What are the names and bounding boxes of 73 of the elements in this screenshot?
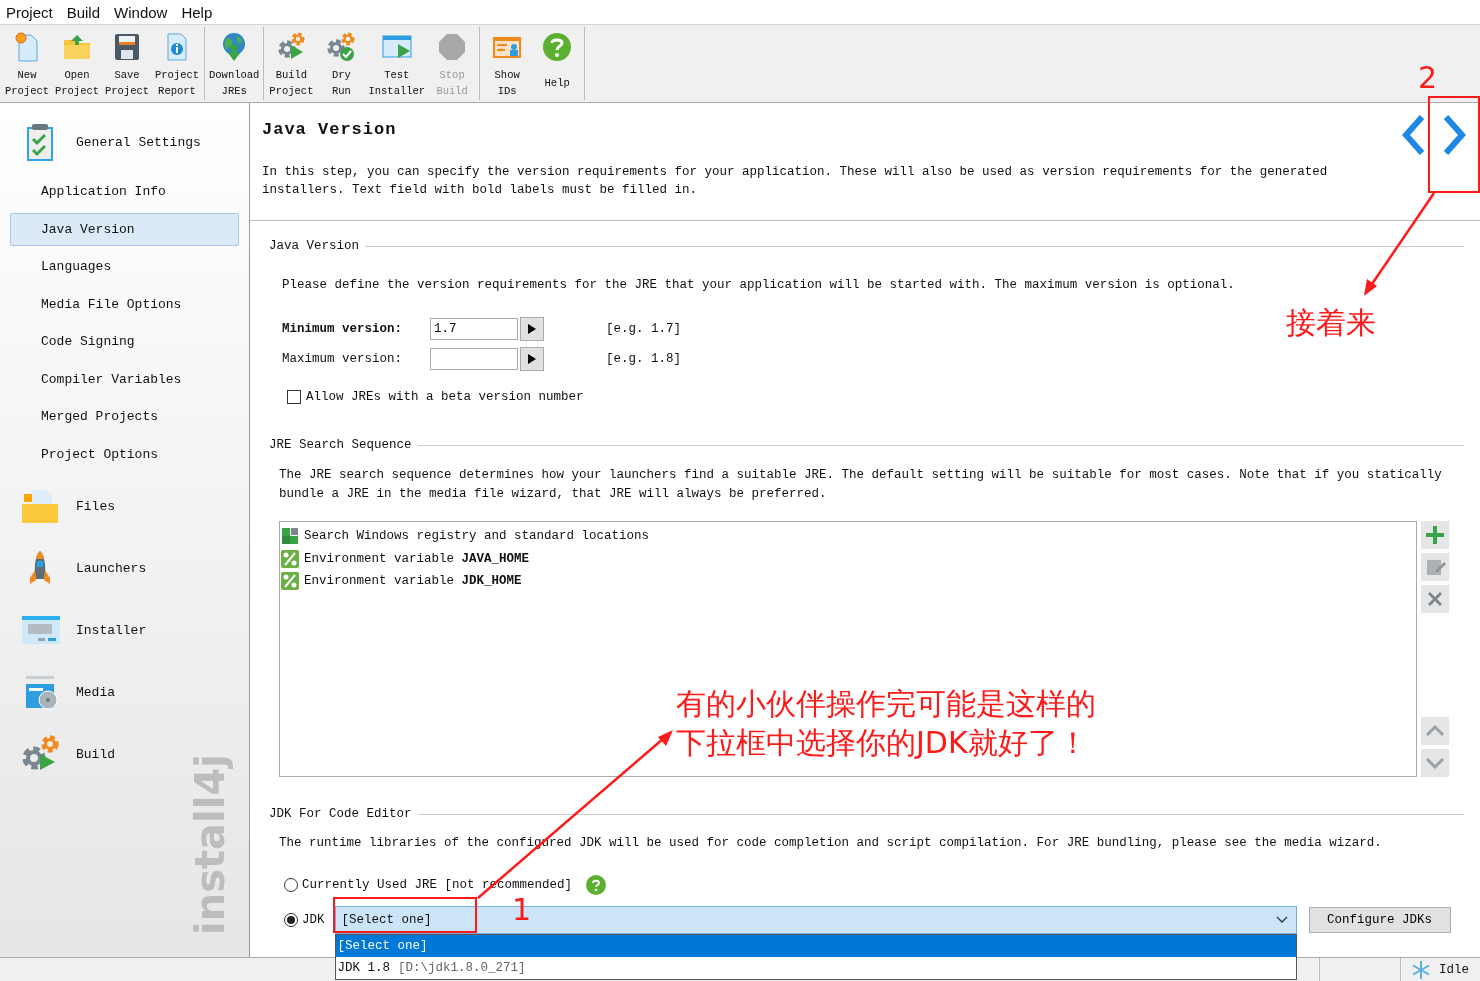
- sidebar-item[interactable]: Merged Projects: [10, 400, 239, 433]
- move-up-button[interactable]: [1421, 717, 1449, 745]
- toolbar-button[interactable]: Show IDs: [482, 27, 533, 100]
- checkbox-label: Allow JREs with a beta version number: [306, 390, 584, 404]
- plus-icon: [1424, 524, 1446, 546]
- sidebar-item[interactable]: Project Options: [10, 437, 239, 471]
- move-down-button[interactable]: [1421, 749, 1449, 777]
- version-menu-button[interactable]: [520, 347, 544, 371]
- sidebar-item[interactable]: Application Info: [10, 175, 239, 208]
- snowflake-icon: [1411, 960, 1431, 980]
- version-menu-button[interactable]: [520, 317, 544, 341]
- toolbar-button[interactable]: Build Project: [266, 27, 317, 100]
- page-description: In this step, you can specify the version requirements for your application. These will also be used as version requirements for the generated installers. Text field with bold labels must be filled in.: [262, 164, 1329, 199]
- toolbar-button[interactable]: New Project: [2, 27, 52, 100]
- checkbox[interactable]: [287, 390, 301, 404]
- sidebar-section[interactable]: Launchers: [0, 537, 153, 599]
- menu-item[interactable]: Project: [5, 3, 54, 21]
- sidebar-section[interactable]: Build: [0, 723, 121, 785]
- sidebar-item[interactable]: Languages: [10, 250, 239, 283]
- section-title: Java Version: [269, 239, 359, 253]
- list-entry[interactable]: Search Windows registry and standard locations: [304, 529, 650, 544]
- triangle-icon: [528, 354, 536, 364]
- sidebar-item[interactable]: Compiler Variables: [10, 362, 239, 396]
- section-title: JDK For Code Editor: [269, 807, 412, 821]
- field-label: Maximum version:: [282, 352, 404, 366]
- radio-button[interactable]: [284, 878, 298, 892]
- sidebar-item[interactable]: Media File Options: [10, 287, 239, 321]
- annotation-text: 2: [1418, 59, 1438, 97]
- dropdown-option[interactable]: JDK 1.8 [D:\jdk1.8.0_271]: [335, 957, 1296, 979]
- percent-icon: [281, 549, 299, 568]
- toolbar-button[interactable]: Dry Run: [316, 27, 367, 100]
- sidebar-section[interactable]: General Settings: [0, 117, 207, 167]
- section-description: The JRE search sequence determines how your launchers find a suitable JRE. The default setting will be suitable for most cases. Note that if you statically bundle a JRE in the media file wizard, that JRE will always be preferred.: [279, 467, 1443, 503]
- list-entry[interactable]: Environment variable JDK_HOME: [304, 574, 522, 589]
- toolbar-button[interactable]: Download JREs: [207, 27, 262, 100]
- edit-button[interactable]: [1421, 553, 1449, 581]
- sidebar-item[interactable]: Java Version: [10, 212, 239, 246]
- dropdown-option[interactable]: [Select one]: [335, 935, 1296, 957]
- plus-button[interactable]: [1421, 521, 1449, 549]
- radio-label: JDK: [302, 913, 325, 927]
- toolbar-button[interactable]: Save Project: [102, 27, 152, 100]
- help-icon: [541, 31, 574, 63]
- page-title: Java Version: [262, 120, 398, 139]
- sidebar-section[interactable]: Installer: [0, 599, 153, 661]
- percent-icon: [281, 572, 299, 591]
- sidebar-section[interactable]: Media: [0, 661, 121, 723]
- toolbar-button[interactable]: Help: [532, 27, 583, 100]
- menu-item[interactable]: Help: [180, 3, 214, 21]
- list-entry[interactable]: Environment variable JAVA_HOME: [304, 551, 530, 566]
- section-title: JRE Search Sequence: [269, 438, 412, 452]
- sidebar-item[interactable]: Code Signing: [10, 325, 239, 358]
- radio-button[interactable]: [284, 913, 298, 927]
- triangle-icon: [528, 324, 536, 334]
- configure-jdks-button[interactable]: Configure JDKs: [1308, 907, 1451, 933]
- annotation-text: 有的小伙伴操作完可能是这样的 下拉框中选择你的JDK就好了！: [676, 685, 1096, 762]
- annotation-text: 接着来: [1286, 304, 1376, 342]
- help-icon[interactable]: [586, 875, 607, 895]
- toolbar-button[interactable]: Test Installer: [366, 27, 428, 100]
- field-label: Minimum version:: [282, 322, 404, 336]
- sidebar-section[interactable]: Files: [0, 475, 121, 537]
- delete-button[interactable]: [1421, 585, 1449, 613]
- menu-item[interactable]: Build: [65, 3, 102, 21]
- field-hint: [e.g. 1.8]: [606, 352, 681, 366]
- caret-icon: [1275, 916, 1288, 924]
- version-field[interactable]: 1.7: [430, 318, 518, 340]
- version-field[interactable]: [430, 348, 518, 370]
- squares-icon: [281, 527, 299, 546]
- field-hint: [e.g. 1.7]: [606, 322, 681, 336]
- status-text: Idle: [1439, 963, 1469, 977]
- menu-item[interactable]: Window: [113, 3, 169, 21]
- toolbar-button[interactable]: Project Report: [152, 27, 202, 100]
- section-description: Please define the version requirements for the JRE that your application will be started with. The maximum version is optional.: [282, 278, 1236, 292]
- toolbar-button[interactable]: Open Project: [52, 27, 102, 100]
